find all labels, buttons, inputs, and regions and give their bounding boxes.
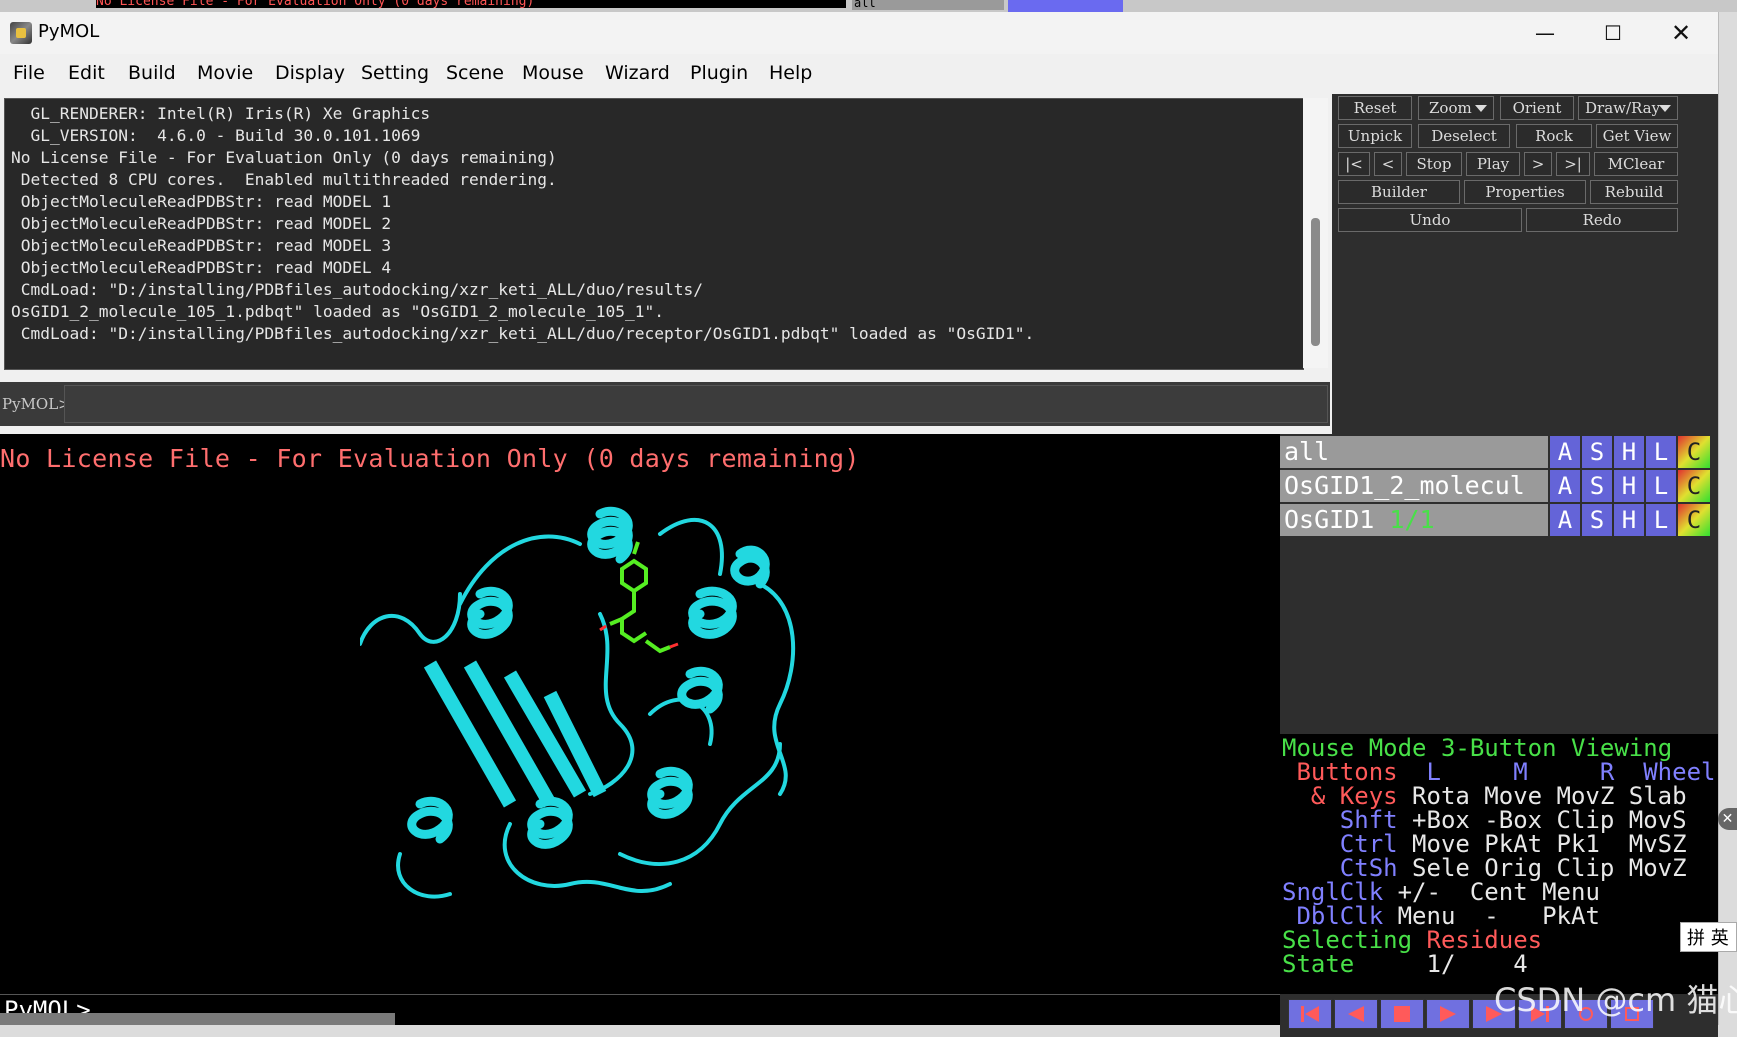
zoom-dropdown[interactable]: Zoom	[1418, 96, 1494, 120]
mclear-button[interactable]: MClear	[1594, 152, 1678, 176]
object-name[interactable]: all	[1280, 436, 1548, 468]
menu-plugin[interactable]: Plugin	[690, 62, 748, 84]
title-bar[interactable]: PyMOL — ☐ ✕	[0, 12, 1718, 54]
rewind-button[interactable]: |<	[1338, 152, 1370, 176]
menu-file[interactable]: File	[13, 62, 45, 84]
protein-cartoon	[360, 506, 796, 899]
menu-movie[interactable]: Movie	[197, 62, 253, 84]
watermark: CSDN @cm 猫心	[1494, 981, 1737, 1019]
background-window-buttons	[1008, 0, 1123, 12]
close-button[interactable]: ✕	[1646, 12, 1716, 54]
hide-button[interactable]: H	[1614, 470, 1646, 502]
menu-build[interactable]: Build	[128, 62, 176, 84]
label-button[interactable]: L	[1646, 504, 1678, 536]
menu-help[interactable]: Help	[769, 62, 812, 84]
label-button[interactable]: L	[1646, 436, 1678, 468]
zoom-label: Zoom	[1429, 99, 1472, 117]
console-scrollbar[interactable]	[1303, 98, 1328, 368]
object-name[interactable]: OsGID1_2_molecul	[1280, 470, 1548, 502]
button-panel: Reset Zoom Orient Draw/Ray Unpick Desele…	[1332, 94, 1718, 434]
action-button[interactable]: A	[1550, 504, 1582, 536]
maximize-button[interactable]: ☐	[1578, 12, 1648, 54]
step-back-icon	[1348, 1006, 1364, 1022]
viewer-scrollbar[interactable]	[0, 1013, 395, 1025]
side-close-icon[interactable]: ✕	[1718, 808, 1737, 830]
action-button[interactable]: A	[1550, 470, 1582, 502]
molecule-viewer[interactable]: No License File - For Evaluation Only (0…	[0, 434, 1280, 994]
object-row-receptor[interactable]: OsGID1 1/1 A S H L C	[1280, 504, 1718, 538]
mouse-mode-panel[interactable]: Mouse Mode 3-Button Viewing Buttons L M …	[1280, 734, 1718, 994]
background-window-object: all	[852, 0, 1004, 10]
chevron-down-icon	[1659, 105, 1671, 112]
pymol-window: PyMOL — ☐ ✕ File Edit Build Movie Displa…	[0, 12, 1719, 1037]
builder-button[interactable]: Builder	[1338, 180, 1460, 204]
object-name[interactable]: OsGID1 1/1	[1280, 504, 1548, 536]
menu-wizard[interactable]: Wizard	[605, 62, 670, 84]
object-row-ligand[interactable]: OsGID1_2_molecul A S H L C	[1280, 470, 1718, 504]
console-log[interactable]: GL_RENDERER: Intel(R) Iris(R) Xe Graphic…	[4, 98, 1304, 370]
label-button[interactable]: L	[1646, 470, 1678, 502]
state-label: State	[1282, 950, 1355, 978]
state-value: 1/ 4	[1354, 950, 1528, 978]
back-button[interactable]: <	[1374, 152, 1402, 176]
minimize-button[interactable]: —	[1510, 12, 1580, 54]
action-button[interactable]: A	[1550, 436, 1582, 468]
hide-button[interactable]: H	[1614, 504, 1646, 536]
stop-icon	[1394, 1006, 1410, 1022]
background-window-text: No License File - For Evaluation Only (0…	[96, 0, 846, 8]
rewind-icon	[1301, 1006, 1319, 1022]
console-log-text: GL_RENDERER: Intel(R) Iris(R) Xe Graphic…	[11, 104, 1035, 343]
menu-edit[interactable]: Edit	[68, 62, 105, 84]
stop-button[interactable]: Stop	[1406, 152, 1462, 176]
console-scroll-thumb[interactable]	[1311, 218, 1320, 346]
menu-bar: File Edit Build Movie Display Setting Sc…	[0, 54, 1718, 94]
redo-button[interactable]: Redo	[1526, 208, 1678, 232]
draw-ray-dropdown[interactable]: Draw/Ray	[1578, 96, 1678, 120]
end-button[interactable]: >|	[1556, 152, 1590, 176]
command-row: PyMOL>	[0, 382, 1330, 426]
window-title: PyMOL	[38, 21, 100, 42]
play-button[interactable]: Play	[1466, 152, 1520, 176]
pymol-app-icon	[10, 22, 32, 44]
menu-display[interactable]: Display	[275, 62, 345, 84]
rock-button[interactable]: Rock	[1516, 124, 1592, 148]
show-button[interactable]: S	[1582, 470, 1614, 502]
draw-ray-label: Draw/Ray	[1585, 99, 1661, 117]
color-button[interactable]: C	[1678, 436, 1710, 468]
command-input[interactable]	[64, 385, 1328, 423]
show-button[interactable]: S	[1582, 436, 1614, 468]
color-button[interactable]: C	[1678, 470, 1710, 502]
unpick-button[interactable]: Unpick	[1338, 124, 1412, 148]
reset-button[interactable]: Reset	[1338, 96, 1412, 120]
forward-button[interactable]: >	[1524, 152, 1552, 176]
play-icon	[1440, 1006, 1456, 1022]
color-button[interactable]: C	[1678, 504, 1710, 536]
rebuild-button[interactable]: Rebuild	[1590, 180, 1678, 204]
chevron-down-icon	[1475, 105, 1487, 112]
deselect-button[interactable]: Deselect	[1418, 124, 1510, 148]
hide-button[interactable]: H	[1614, 436, 1646, 468]
menu-setting[interactable]: Setting	[361, 62, 429, 84]
menu-scene[interactable]: Scene	[446, 62, 504, 84]
object-row-all[interactable]: all A S H L C	[1280, 436, 1718, 470]
console-area: GL_RENDERER: Intel(R) Iris(R) Xe Graphic…	[0, 94, 1330, 434]
object-panel: all A S H L C OsGID1_2_molecul A S H L C…	[1280, 434, 1718, 734]
ime-indicator[interactable]: 拼 英	[1680, 922, 1737, 952]
show-button[interactable]: S	[1582, 504, 1614, 536]
command-prompt-label: PyMOL>	[2, 395, 71, 413]
background-window-strip: No License File - For Evaluation Only (0…	[0, 0, 1737, 12]
get-view-button[interactable]: Get View	[1596, 124, 1678, 148]
viewer-license-message: No License File - For Evaluation Only (0…	[0, 444, 860, 473]
undo-button[interactable]: Undo	[1338, 208, 1522, 232]
orient-button[interactable]: Orient	[1500, 96, 1574, 120]
properties-button[interactable]: Properties	[1464, 180, 1586, 204]
menu-mouse[interactable]: Mouse	[522, 62, 584, 84]
